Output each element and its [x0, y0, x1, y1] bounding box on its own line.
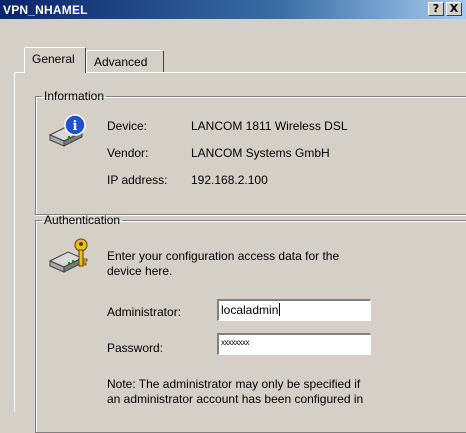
- authentication-legend: Authentication: [44, 213, 121, 227]
- password-input[interactable]: xxxxxxxx: [217, 333, 371, 355]
- key-device-icon: [48, 238, 88, 273]
- tab-general[interactable]: General: [24, 47, 86, 73]
- information-legend: Information: [44, 89, 105, 103]
- info-device-icon: i: [48, 114, 86, 147]
- vendor-value: LANCOM Systems GmbH: [191, 146, 330, 160]
- close-button[interactable]: X: [446, 2, 462, 16]
- device-value: LANCOM 1811 Wireless DSL: [191, 119, 348, 133]
- text-caret: [279, 303, 281, 316]
- svg-text:i: i: [73, 119, 78, 134]
- note-text-line2: an administrator account has been config…: [107, 392, 364, 406]
- instruction-text-line2: device here.: [107, 264, 173, 278]
- administrator-label: Administrator:: [107, 305, 182, 319]
- tab-advanced-label: Advanced: [94, 55, 148, 69]
- help-button[interactable]: ?: [428, 2, 444, 16]
- ip-address-label: IP address:: [107, 173, 168, 187]
- password-label: Password:: [107, 341, 164, 355]
- window-title: VPN_NHAMEL: [3, 3, 88, 17]
- administrator-input[interactable]: localadmin: [217, 299, 371, 321]
- vendor-label: Vendor:: [107, 146, 149, 160]
- tab-advanced[interactable]: Advanced: [86, 50, 164, 72]
- tab-panel-general: Information i Device: LANCOM 1811 Wirele…: [14, 72, 466, 433]
- note-text-line1: Note: The administrator may only be spec…: [107, 377, 361, 391]
- password-masked-value: xxxxxxxx: [221, 338, 250, 347]
- instruction-text-line1: Enter your configuration access data for…: [107, 249, 340, 263]
- ip-address-value: 192.168.2.100: [191, 173, 268, 187]
- device-label: Device:: [107, 119, 148, 133]
- tab-general-label: General: [32, 52, 75, 66]
- administrator-value: localadmin: [221, 303, 279, 317]
- title-bar[interactable]: VPN_NHAMEL ? X: [0, 0, 466, 19]
